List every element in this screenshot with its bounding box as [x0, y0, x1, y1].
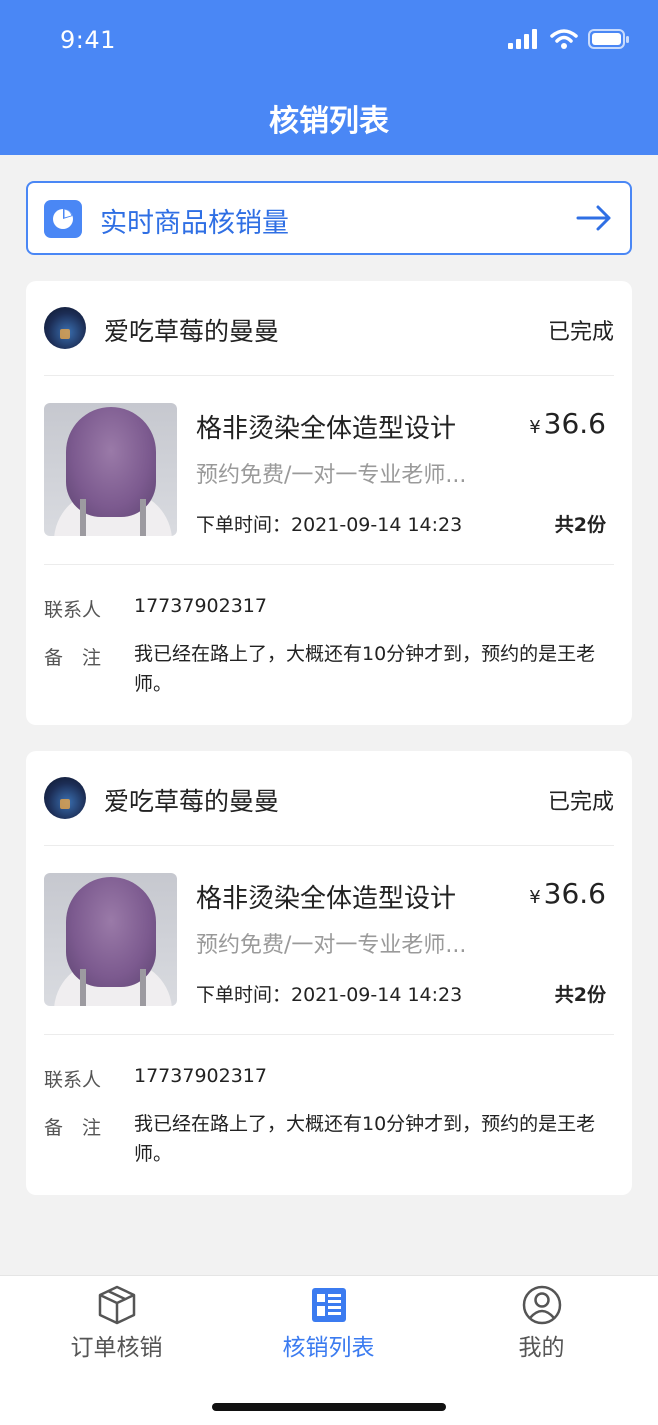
pie-chart-icon: [44, 200, 82, 238]
tab-verify-list[interactable]: 核销列表: [219, 1276, 438, 1376]
product-price: ¥36.6: [529, 877, 606, 910]
list-icon: [312, 1288, 346, 1322]
home-indicator: [212, 1403, 446, 1411]
user-name: 爱吃草莓的曼曼: [104, 787, 280, 816]
order-card[interactable]: 爱吃草莓的曼曼 已完成 格非烫染全体造型设计 ¥36.6 预约免费/一对一专业老…: [26, 751, 632, 1195]
arrow-right-icon: [576, 205, 611, 231]
status-time: 9:41: [60, 26, 116, 54]
order-time: 下单时间：2021-09-14 14:23: [196, 984, 463, 1006]
signal-icon: [508, 29, 537, 49]
product-name: 格非烫染全体造型设计: [196, 414, 457, 444]
product-image: [44, 873, 177, 1006]
page-title: 核销列表: [269, 104, 389, 139]
product-image: [44, 403, 177, 536]
banner-label: 实时商品核销量: [100, 208, 289, 239]
tab-label: 核销列表: [282, 1335, 375, 1361]
order-time: 下单时间：2021-09-14 14:23: [196, 514, 463, 536]
contact-value[interactable]: 17737902317: [134, 1061, 267, 1091]
currency-symbol: ¥: [529, 887, 541, 908]
remark-value: 我已经在路上了，大概还有10分钟才到，预约的是王老师。: [134, 643, 596, 695]
order-status: 已完成: [547, 790, 614, 815]
price-value: 36.6: [543, 877, 606, 910]
remark-label: 备 注: [44, 647, 102, 669]
product-description: 预约免费/一对一专业老师...: [196, 933, 467, 958]
box-icon: [98, 1285, 136, 1325]
divider: [44, 564, 614, 565]
wifi-icon: [550, 29, 578, 49]
divider: [44, 375, 614, 376]
currency-symbol: ¥: [529, 417, 541, 438]
tab-label: 订单核销: [70, 1335, 163, 1361]
product-name: 格非烫染全体造型设计: [196, 884, 457, 914]
avatar: [44, 777, 86, 819]
product-price: ¥36.6: [529, 407, 606, 440]
app-header: 9:41 核销列表: [0, 0, 658, 155]
user-icon: [522, 1285, 562, 1325]
divider: [44, 1034, 614, 1035]
order-quantity: 共2份: [554, 984, 606, 1006]
tab-mine[interactable]: 我的: [432, 1276, 651, 1376]
contact-label: 联系人: [44, 1069, 102, 1091]
avatar: [44, 307, 86, 349]
order-status: 已完成: [547, 320, 614, 345]
tab-label: 我的: [518, 1335, 565, 1361]
contact-label: 联系人: [44, 599, 102, 621]
remark-label: 备 注: [44, 1117, 102, 1139]
price-value: 36.6: [543, 407, 606, 440]
product-description: 预约免费/一对一专业老师...: [196, 463, 467, 488]
status-icons: [508, 28, 630, 50]
divider: [44, 845, 614, 846]
order-quantity: 共2份: [554, 514, 606, 536]
order-card[interactable]: 爱吃草莓的曼曼 已完成 格非烫染全体造型设计 ¥36.6 预约免费/一对一专业老…: [26, 281, 632, 725]
user-name: 爱吃草莓的曼曼: [104, 317, 280, 346]
tab-order-verify[interactable]: 订单核销: [7, 1276, 226, 1376]
realtime-sales-banner[interactable]: 实时商品核销量: [26, 181, 632, 255]
battery-icon: [588, 29, 629, 49]
remark-value: 我已经在路上了，大概还有10分钟才到，预约的是王老师。: [134, 1113, 596, 1165]
contact-value[interactable]: 17737902317: [134, 591, 267, 621]
